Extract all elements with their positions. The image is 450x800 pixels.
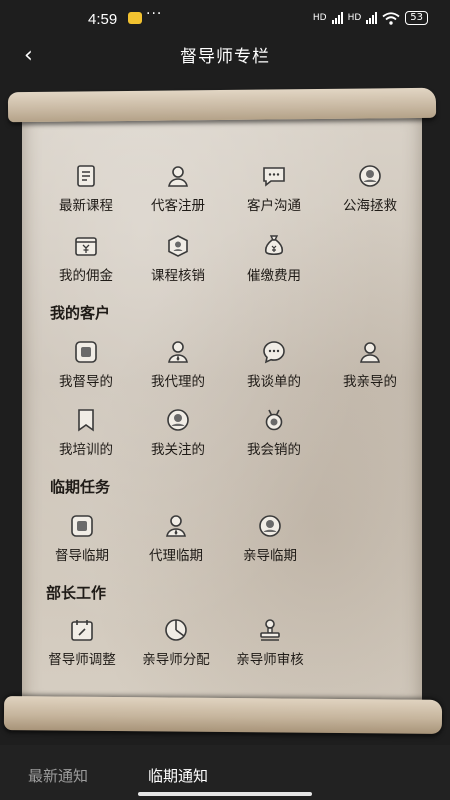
menu-my-commission[interactable]: 我的佣金 [38, 234, 134, 292]
stamp-icon [260, 619, 280, 641]
section-title-expiring-tasks: 临期任务 [50, 478, 111, 496]
task-label: 代理临期 [149, 548, 203, 564]
scroll-bottom-roll [3, 696, 443, 734]
client-label: 我会销的 [247, 442, 301, 458]
work-review-guide[interactable]: 亲导师审核 [220, 618, 320, 676]
task-label: 亲导临期 [243, 548, 297, 564]
menu-label: 最新课程 [59, 198, 113, 214]
menu-course-writeoff[interactable]: 课程核销 [130, 234, 226, 292]
shield-icon [168, 235, 188, 257]
wifi-icon [382, 11, 400, 25]
menu-label: 课程核销 [151, 268, 205, 284]
menu-label: 代客注册 [151, 198, 205, 214]
client-trained[interactable]: 我培训的 [38, 408, 134, 466]
client-followed[interactable]: 我关注的 [130, 408, 226, 466]
home-indicator[interactable] [138, 792, 312, 796]
client-personally-guided[interactable]: 我亲导的 [322, 340, 418, 398]
task-supervision-expiring[interactable]: 督导临期 [34, 514, 130, 572]
task-guidance-expiring[interactable]: 亲导临期 [222, 514, 318, 572]
client-conference-sales[interactable]: 我会销的 [226, 408, 322, 466]
message-icon [263, 167, 285, 187]
work-label: 亲导师审核 [236, 652, 304, 668]
status-time: 4:59 [88, 11, 118, 28]
calendar-icon [71, 620, 93, 641]
more-notifications-icon: ··· [146, 6, 163, 22]
chat-icon [263, 341, 285, 364]
work-label: 督导师调整 [48, 652, 116, 668]
task-label: 督导临期 [55, 548, 109, 564]
menu-label: 客户沟通 [247, 198, 301, 214]
yen-card-icon [75, 237, 97, 256]
square-icon [75, 341, 97, 363]
hd-badge-2: HD [347, 13, 362, 23]
menu-payment-reminder[interactable]: 催缴费用 [226, 234, 322, 292]
client-supervised[interactable]: 我督导的 [38, 340, 134, 398]
task-agency-expiring[interactable]: 代理临期 [128, 514, 224, 572]
menu-label: 公海拯救 [343, 198, 397, 214]
menu-label: 催缴费用 [247, 268, 301, 284]
status-indicators: HD HD 53 [313, 11, 428, 25]
agent-icon [166, 515, 186, 537]
bookmark-icon [78, 409, 94, 432]
square-icon [71, 515, 93, 537]
medal-icon [265, 409, 283, 431]
scroll-top-roll [7, 87, 437, 123]
section-title-minister-work: 部长工作 [46, 584, 107, 602]
client-label: 我培训的 [59, 442, 113, 458]
tab-latest-notice[interactable]: 最新通知 [28, 765, 88, 786]
battery-icon: 53 [405, 11, 428, 25]
money-bag-icon [264, 235, 284, 256]
work-assign-guide[interactable]: 亲导师分配 [126, 618, 226, 676]
work-label: 亲导师分配 [142, 652, 210, 668]
header: ‹ 督导师专栏 [0, 38, 450, 78]
client-label: 我关注的 [151, 442, 205, 458]
menu-client-communication[interactable]: 客户沟通 [226, 164, 322, 222]
signal-icon-1 [331, 12, 343, 24]
work-adjust-supervisor[interactable]: 督导师调整 [32, 618, 132, 676]
hd-badge-1: HD [312, 13, 327, 23]
client-label: 我谈单的 [247, 374, 301, 390]
menu-label: 我的佣金 [59, 268, 113, 284]
person-icon [360, 342, 380, 363]
menu-public-pool-rescue[interactable]: 公海拯救 [322, 164, 418, 222]
tab-expiring-notice[interactable]: 临期通知 [148, 765, 208, 786]
ring-icon [359, 165, 381, 187]
status-bar: 4:59 ··· HD HD 53 [0, 0, 450, 38]
client-agent[interactable]: 我代理的 [130, 340, 226, 398]
document-icon [77, 165, 95, 187]
notification-icon [128, 12, 142, 24]
page-title: 督导师专栏 [180, 47, 270, 67]
client-label: 我督导的 [59, 374, 113, 390]
menu-latest-courses[interactable]: 最新课程 [38, 164, 134, 222]
client-deals[interactable]: 我谈单的 [226, 340, 322, 398]
signal-icon-2 [366, 12, 378, 24]
pie-icon [165, 619, 187, 641]
agent-icon [168, 341, 188, 363]
section-title-my-clients: 我的客户 [50, 304, 111, 322]
client-label: 我代理的 [151, 374, 205, 390]
face-icon [167, 409, 189, 431]
client-label: 我亲导的 [343, 374, 397, 390]
menu-register-for-client[interactable]: 代客注册 [130, 164, 226, 222]
face-icon [259, 515, 281, 537]
user-icon [168, 166, 188, 187]
